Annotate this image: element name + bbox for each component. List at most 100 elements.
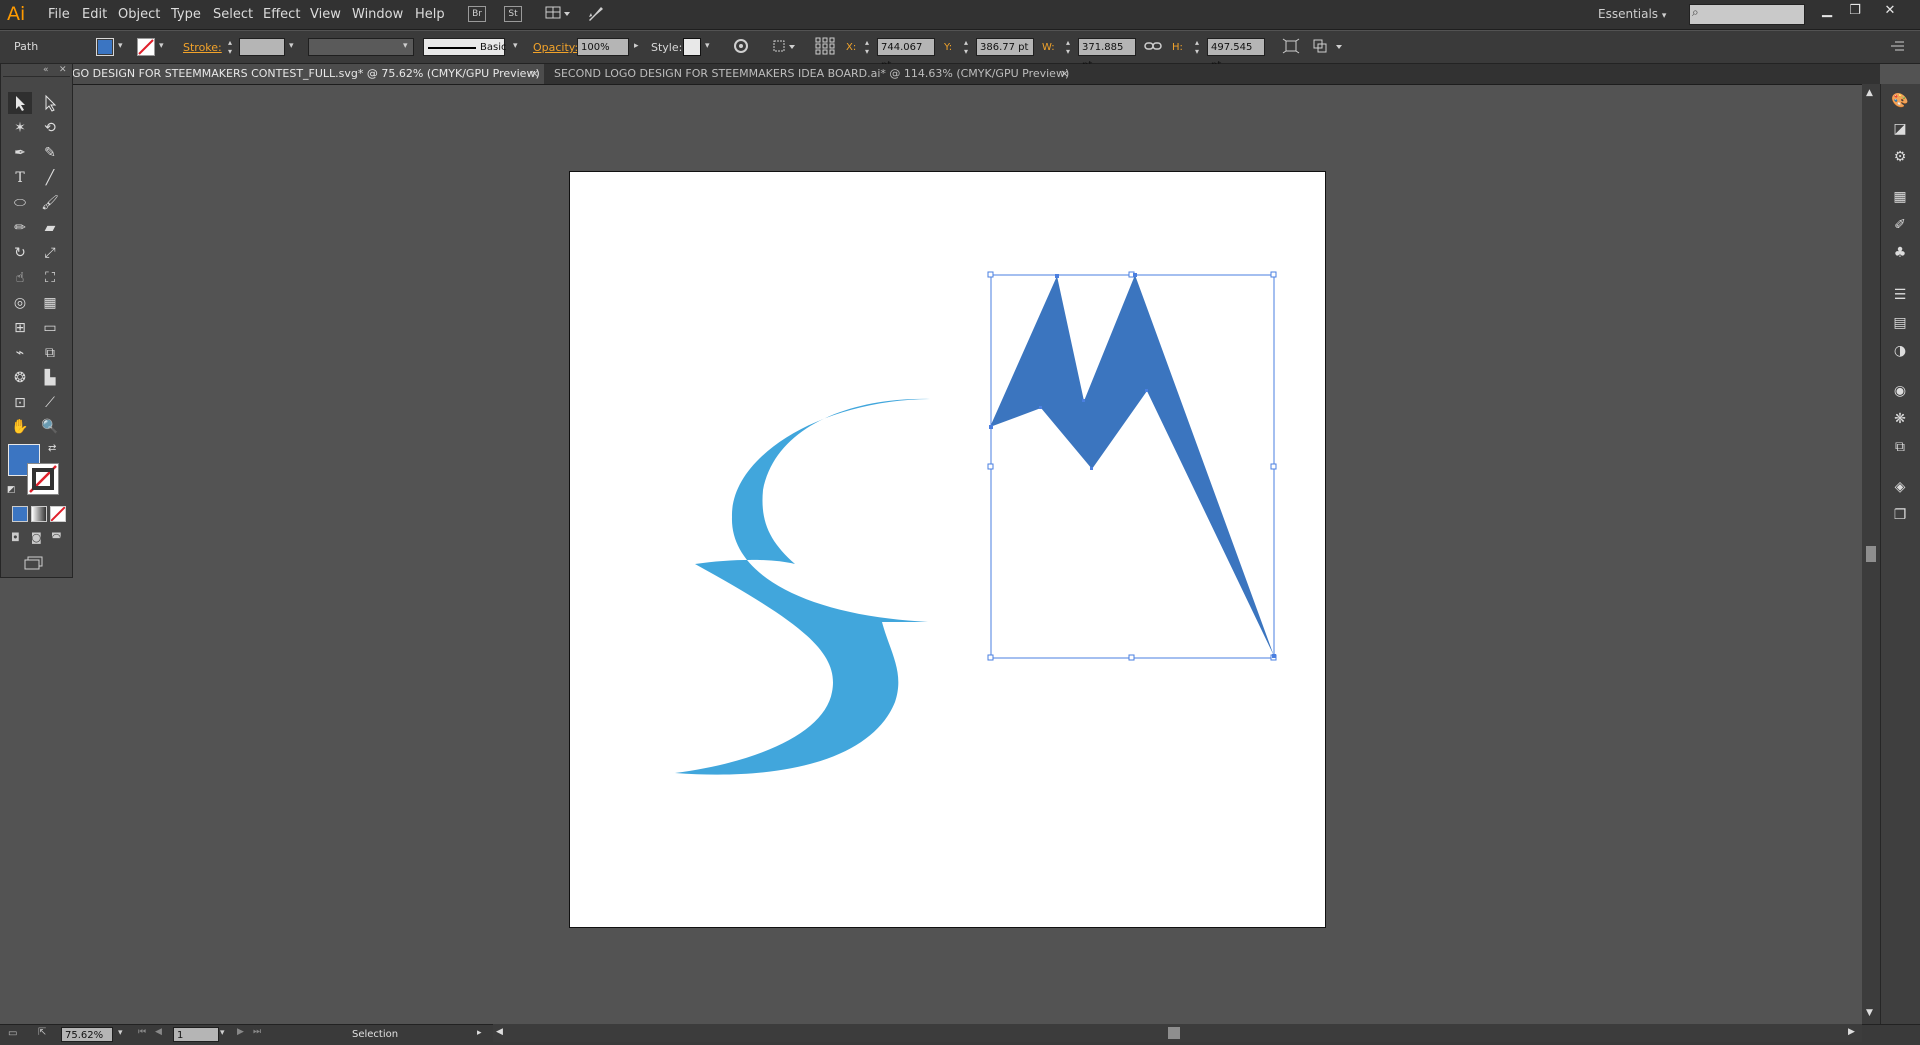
draw-inside-icon[interactable]: ◚ bbox=[51, 531, 62, 544]
anchor-point[interactable] bbox=[1145, 389, 1148, 392]
brush-dropdown-icon[interactable]: ▾ bbox=[513, 41, 518, 51]
pen-tool[interactable]: ✒ bbox=[8, 142, 32, 164]
anchor-point[interactable] bbox=[1090, 467, 1093, 470]
scroll-left-icon[interactable]: ◀ bbox=[496, 1027, 503, 1037]
menu-help[interactable]: Help bbox=[415, 7, 445, 22]
zoom-level-field[interactable]: 75.62% bbox=[61, 1027, 113, 1042]
scale-tool[interactable]: ⤢ bbox=[38, 242, 62, 264]
x-stepper[interactable]: ▴ ▾ bbox=[862, 38, 872, 56]
type-tool[interactable]: T bbox=[8, 167, 32, 189]
constrain-proportions-button[interactable] bbox=[1144, 38, 1162, 54]
isolate-selected-button[interactable] bbox=[1312, 38, 1344, 54]
menu-object[interactable]: Object bbox=[118, 7, 160, 22]
h-field[interactable]: 497.545 pt bbox=[1207, 38, 1265, 71]
gradient-mode-button[interactable] bbox=[31, 506, 47, 522]
anchor-point[interactable] bbox=[1133, 273, 1137, 277]
asset-export-button[interactable]: ⧉ bbox=[1888, 436, 1912, 458]
anchor-point[interactable] bbox=[1039, 406, 1042, 409]
resize-handle[interactable] bbox=[987, 463, 994, 470]
close-button[interactable]: ✕ bbox=[1879, 3, 1901, 23]
warp-tool[interactable]: ☝ bbox=[8, 267, 32, 289]
gpu-status-icon[interactable]: ▭ bbox=[8, 1028, 17, 1039]
lasso-tool[interactable]: ⟲ bbox=[38, 117, 62, 139]
reference-point-button[interactable] bbox=[815, 37, 835, 55]
swap-colors-icon[interactable]: ⇄ bbox=[48, 443, 56, 454]
symbol-sprayer-tool[interactable]: ❂ bbox=[8, 367, 32, 389]
magic-wand-tool[interactable]: ✶ bbox=[8, 117, 32, 139]
free-transform-tool[interactable]: ⛶ bbox=[38, 267, 62, 289]
stroke-weight-stepper[interactable]: ▴ ▾ bbox=[225, 38, 235, 56]
last-artboard-icon[interactable]: ⏭ bbox=[253, 1027, 261, 1037]
gradient-panel-button[interactable]: ▤ bbox=[1888, 312, 1912, 334]
eraser-tool[interactable]: ▰ bbox=[38, 217, 62, 239]
status-menu-icon[interactable]: ▸ bbox=[477, 1028, 482, 1038]
stroke-swatch-dropdown-icon[interactable]: ▾ bbox=[159, 41, 164, 51]
collapse-panel-icon[interactable]: « bbox=[43, 65, 49, 75]
close-panel-icon[interactable]: ✕ bbox=[59, 65, 67, 75]
scroll-up-icon[interactable]: ▲ bbox=[1866, 88, 1873, 98]
draw-behind-icon[interactable]: ◙ bbox=[31, 531, 42, 544]
anchor-point[interactable] bbox=[989, 425, 993, 429]
color-panel-button[interactable]: 🎨 bbox=[1888, 90, 1912, 112]
opacity-arrow-icon[interactable]: ▸ bbox=[634, 41, 639, 51]
perspective-grid-tool[interactable]: ▦ bbox=[38, 292, 62, 314]
x-field[interactable]: 744.067 pt bbox=[877, 38, 935, 71]
style-dropdown-icon[interactable]: ▾ bbox=[705, 41, 710, 51]
variable-width-profile[interactable] bbox=[308, 38, 414, 56]
menu-window[interactable]: Window bbox=[352, 7, 403, 22]
menu-select[interactable]: Select bbox=[213, 7, 253, 22]
eyedropper-tool[interactable]: ⌁ bbox=[8, 342, 32, 364]
fill-dropdown-icon[interactable]: ▾ bbox=[118, 41, 123, 51]
blend-tool[interactable]: ⧉ bbox=[38, 342, 62, 364]
zoom-tool[interactable]: 🔍 bbox=[38, 416, 62, 438]
column-graph-tool[interactable]: ▙ bbox=[38, 367, 62, 389]
s-logo-shape[interactable] bbox=[675, 398, 930, 775]
align-to-button[interactable] bbox=[772, 38, 796, 54]
stock-button[interactable]: St bbox=[504, 6, 522, 22]
selection-tool[interactable] bbox=[8, 92, 32, 114]
m-logo-shape[interactable] bbox=[990, 275, 1274, 656]
rotate-tool[interactable]: ↻ bbox=[8, 242, 32, 264]
profile-dropdown-icon[interactable]: ▾ bbox=[403, 41, 408, 51]
color-mode-button[interactable] bbox=[12, 506, 28, 522]
anchor-point[interactable] bbox=[1082, 399, 1085, 402]
anchor-point[interactable] bbox=[1055, 274, 1059, 278]
bridge-button[interactable]: Br bbox=[468, 6, 486, 22]
ellipse-tool[interactable]: ⬭ bbox=[8, 192, 32, 214]
first-artboard-icon[interactable]: ⏮ bbox=[138, 1027, 146, 1037]
color-guide-button[interactable]: ◪ bbox=[1888, 118, 1912, 140]
y-stepper[interactable]: ▴ ▾ bbox=[961, 38, 971, 56]
hand-tool[interactable]: ✋ bbox=[8, 416, 32, 438]
w-field[interactable]: 371.885 pt bbox=[1078, 38, 1136, 71]
line-tool[interactable]: ╱ bbox=[38, 167, 62, 189]
horizontal-scroll-thumb[interactable] bbox=[1168, 1027, 1180, 1039]
next-artboard-icon[interactable]: ▶ bbox=[237, 1027, 244, 1037]
transform-panel-button[interactable] bbox=[1282, 38, 1300, 54]
export-status-icon[interactable]: ⇱ bbox=[38, 1027, 46, 1038]
scroll-down-icon[interactable]: ▼ bbox=[1866, 1008, 1873, 1018]
symbols-button[interactable]: ♣ bbox=[1888, 242, 1912, 264]
menu-effect[interactable]: Effect bbox=[263, 7, 300, 22]
resize-handle[interactable] bbox=[1128, 654, 1135, 661]
paintbrush-tool[interactable]: 🖌 bbox=[38, 192, 62, 214]
control-panel-menu-button[interactable] bbox=[1889, 40, 1905, 52]
zoom-dropdown-icon[interactable]: ▾ bbox=[118, 1028, 123, 1038]
y-field[interactable]: 386.77 pt bbox=[976, 38, 1034, 56]
swatches-button[interactable]: ▦ bbox=[1888, 186, 1912, 208]
resize-handle[interactable] bbox=[987, 271, 994, 278]
opacity-label[interactable]: Opacity: bbox=[533, 41, 578, 54]
resize-handle[interactable] bbox=[1270, 271, 1277, 278]
tab-document-1[interactable]: GO DESIGN FOR STEEMMAKERS CONTEST_FULL.s… bbox=[66, 64, 544, 84]
minimize-button[interactable]: ▁ bbox=[1816, 3, 1838, 23]
artboard[interactable] bbox=[569, 171, 1326, 928]
recolor-artwork-button[interactable] bbox=[733, 38, 749, 54]
h-stepper[interactable]: ▴ ▾ bbox=[1192, 38, 1202, 56]
shape-builder-tool[interactable]: ◎ bbox=[8, 292, 32, 314]
opacity-field[interactable]: 100% bbox=[577, 38, 629, 56]
transparency-panel-button[interactable]: ◑ bbox=[1888, 340, 1912, 362]
artboards-panel-button[interactable]: ❐ bbox=[1888, 504, 1912, 526]
scroll-right-icon[interactable]: ▶ bbox=[1848, 1027, 1855, 1037]
layers-panel-button[interactable]: ◈ bbox=[1888, 476, 1912, 498]
none-mode-button[interactable] bbox=[50, 506, 66, 522]
workspace-switcher[interactable]: Essentials ▾ bbox=[1598, 7, 1666, 21]
